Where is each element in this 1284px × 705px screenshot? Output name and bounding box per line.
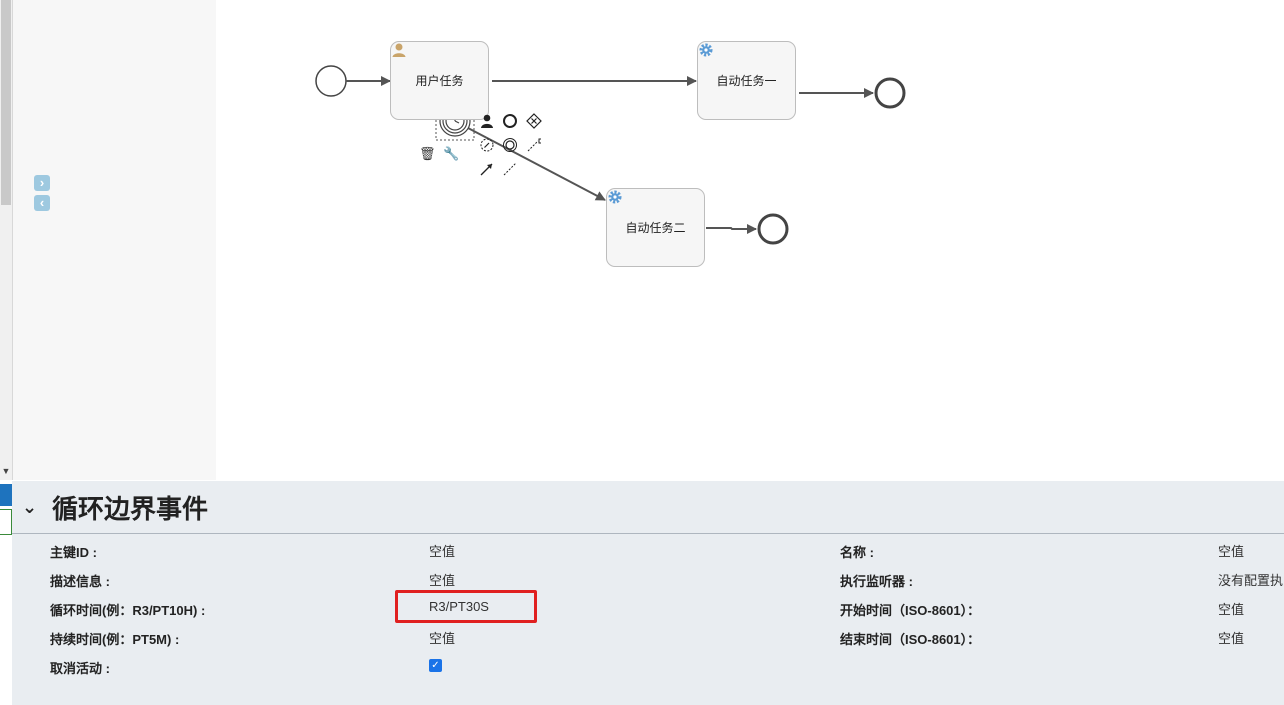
prop-label-duration: 持续时间(例：PT5M) : [50, 632, 180, 647]
prop-label-execution-listener: 执行监听器 : [840, 574, 913, 589]
delete-icon[interactable]: 🗑 [419, 146, 436, 162]
chevron-left-icon[interactable]: ‹ [34, 195, 50, 211]
prop-value-duration[interactable]: 空值 [429, 628, 455, 647]
gateway-icon[interactable] [526, 113, 542, 129]
prop-value-name[interactable]: 空值 [1218, 541, 1244, 560]
divider [12, 533, 1284, 534]
selected-tab-indicator[interactable] [0, 484, 12, 506]
chevron-right-icon[interactable]: › [34, 175, 50, 191]
task-user-task[interactable]: 用户任务 [390, 41, 489, 120]
palette-panel: › ‹ [13, 0, 216, 480]
task-label: 自动任务二 [625, 221, 686, 235]
task-label: 自动任务一 [716, 74, 777, 88]
chevron-down-icon[interactable]: ⌄ [22, 497, 44, 518]
gear-icon [608, 190, 622, 204]
properties-title: 循环边界事件 [52, 493, 209, 524]
prop-value-description[interactable]: 空值 [429, 570, 455, 589]
cancel-activity-checkbox[interactable]: ✓ [429, 659, 442, 672]
prop-value-id[interactable]: 空值 [429, 541, 455, 560]
scrollbar-thumb[interactable] [1, 0, 11, 205]
diagram-canvas[interactable]: 用户任务 自动任务一 自动任务二 🗑 🔧 [216, 0, 1284, 480]
end-event[interactable] [757, 213, 789, 245]
prop-value-execution-listener[interactable]: 没有配置执 [1218, 570, 1284, 589]
task-auto-task-two[interactable]: 自动任务二 [606, 188, 705, 267]
scroll-down-icon[interactable]: ▼ [0, 464, 12, 478]
user-icon [392, 43, 406, 57]
properties-header[interactable]: ⌄ 循环边界事件 [22, 491, 209, 524]
prop-label-description: 描述信息 : [50, 574, 110, 589]
end-event[interactable] [874, 77, 906, 109]
prop-label-id: 主键ID : [50, 545, 97, 560]
properties-panel: ⌄ 循环边界事件 [12, 481, 1284, 705]
prop-label-cycle-time: 循环时间(例：R3/PT10H) : [50, 603, 206, 618]
boundary-event-icon[interactable] [502, 137, 518, 153]
end-event-icon[interactable] [502, 113, 518, 129]
text-annotation-icon[interactable] [526, 137, 542, 153]
prop-label-cancel-activity: 取消活动 : [50, 661, 110, 676]
association-icon[interactable] [502, 161, 518, 177]
sequence-flow[interactable] [706, 224, 757, 234]
user-task-icon[interactable] [479, 113, 495, 129]
highlight-box [395, 590, 537, 623]
connect-icon[interactable] [479, 161, 495, 177]
prop-value-end-time[interactable]: 空值 [1218, 628, 1244, 647]
prop-label-start-time: 开始时间（ISO-8601）： [840, 603, 981, 618]
start-event[interactable] [315, 65, 347, 97]
intermediate-event-icon[interactable] [479, 137, 495, 153]
prop-value-start-time[interactable]: 空值 [1218, 599, 1244, 618]
wrench-icon[interactable]: 🔧 [443, 146, 459, 162]
prop-label-name: 名称 : [840, 545, 874, 560]
left-scrollbar[interactable]: ▼ [0, 0, 13, 480]
task-auto-task-one[interactable]: 自动任务一 [697, 41, 796, 120]
prop-label-end-time: 结束时间（ISO-8601）： [840, 632, 981, 647]
task-label: 用户任务 [415, 74, 464, 88]
tab-indicator[interactable] [0, 509, 12, 535]
gear-icon [699, 43, 713, 57]
